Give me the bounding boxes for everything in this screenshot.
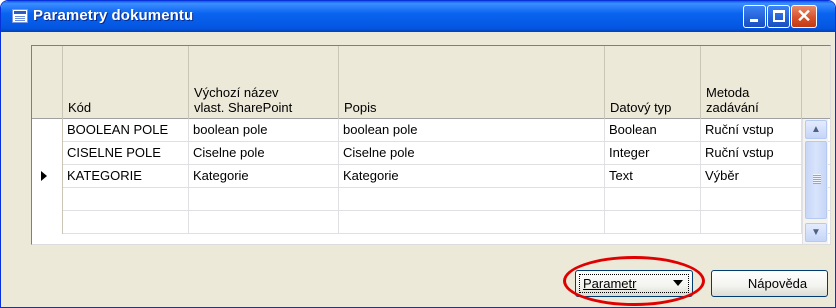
cell-code[interactable] (63, 188, 189, 211)
header-selector (32, 46, 63, 119)
row-selector[interactable] (32, 211, 63, 234)
close-icon: ✕ (796, 6, 812, 26)
header-sp-name[interactable]: Výchozí název vlast. SharePoint (189, 46, 339, 119)
cell-data-type[interactable] (605, 211, 701, 234)
cell-code[interactable]: CISELNE POLE (63, 142, 189, 165)
row-selector[interactable] (32, 142, 63, 165)
vertical-scrollbar[interactable]: ▲ ▼ (802, 119, 828, 244)
cell-description[interactable]: boolean pole (339, 119, 605, 142)
cell-code[interactable]: BOOLEAN POLE (63, 119, 189, 142)
row-selector[interactable] (32, 165, 63, 188)
grip-icon (813, 174, 821, 184)
maximize-button[interactable] (767, 5, 790, 28)
window-title: Parametry dokumentu (33, 7, 194, 24)
cell-data-type[interactable]: Boolean (605, 119, 701, 142)
parameters-grid[interactable]: Kód Výchozí název vlast. SharePoint Popi… (31, 45, 831, 245)
cell-code[interactable]: KATEGORIE (63, 165, 189, 188)
header-data-type[interactable]: Datový typ (605, 46, 701, 119)
dialog-window: Parametry dokumentu ✕ Kód Výchozí název … (0, 0, 836, 308)
chevron-up-icon: ▲ (811, 124, 821, 135)
cell-code[interactable] (63, 211, 189, 234)
header-code[interactable]: Kód (63, 46, 189, 119)
title-bar[interactable]: Parametry dokumentu ✕ (1, 1, 835, 32)
row-selector[interactable] (32, 119, 63, 142)
cell-description[interactable] (339, 188, 605, 211)
header-description[interactable]: Popis (339, 46, 605, 119)
cell-data-type[interactable]: Text (605, 165, 701, 188)
cell-method[interactable] (701, 188, 802, 211)
table-row[interactable]: BOOLEAN POLE boolean pole boolean pole B… (32, 119, 830, 142)
cell-sp-name[interactable]: Kategorie (189, 165, 339, 188)
cell-description[interactable]: Ciselne pole (339, 142, 605, 165)
current-row-indicator-icon (41, 171, 47, 181)
table-row[interactable]: KATEGORIE Kategorie Kategorie Text Výběr (32, 165, 830, 188)
cell-sp-name[interactable]: boolean pole (189, 119, 339, 142)
cell-sp-name[interactable] (189, 211, 339, 234)
cell-description[interactable] (339, 211, 605, 234)
minimize-button[interactable] (743, 5, 766, 28)
help-button-label: Nápověda (747, 276, 808, 291)
table-row[interactable]: CISELNE POLE Ciselne pole Ciselne pole I… (32, 142, 830, 165)
parametr-menu-button[interactable]: Parametr (575, 270, 693, 297)
cell-method[interactable]: Výběr (701, 165, 802, 188)
form-icon (12, 9, 28, 23)
maximize-icon (773, 10, 785, 22)
cell-method[interactable]: Ruční vstup (701, 119, 802, 142)
cell-method[interactable]: Ruční vstup (701, 142, 802, 165)
minimize-icon (750, 19, 758, 22)
cell-sp-name[interactable]: Ciselne pole (189, 142, 339, 165)
cell-sp-name[interactable] (189, 188, 339, 211)
close-button[interactable]: ✕ (791, 5, 817, 28)
table-row[interactable] (32, 211, 830, 234)
cell-data-type[interactable] (605, 188, 701, 211)
scroll-up-button[interactable]: ▲ (805, 120, 827, 139)
header-method[interactable]: Metoda zadávání (701, 46, 802, 119)
cell-description[interactable]: Kategorie (339, 165, 605, 188)
scroll-down-button[interactable]: ▼ (805, 223, 827, 242)
grid-header: Kód Výchozí název vlast. SharePoint Popi… (32, 46, 830, 119)
help-button[interactable]: Nápověda (711, 270, 828, 297)
table-row[interactable] (32, 188, 830, 211)
chevron-down-icon: ▼ (811, 227, 821, 238)
cell-method[interactable] (701, 211, 802, 234)
parametr-button-label: Parametr (583, 276, 637, 291)
scroll-thumb[interactable] (805, 141, 827, 219)
cell-data-type[interactable]: Integer (605, 142, 701, 165)
dropdown-arrow-icon (673, 280, 683, 286)
row-selector[interactable] (32, 188, 63, 211)
